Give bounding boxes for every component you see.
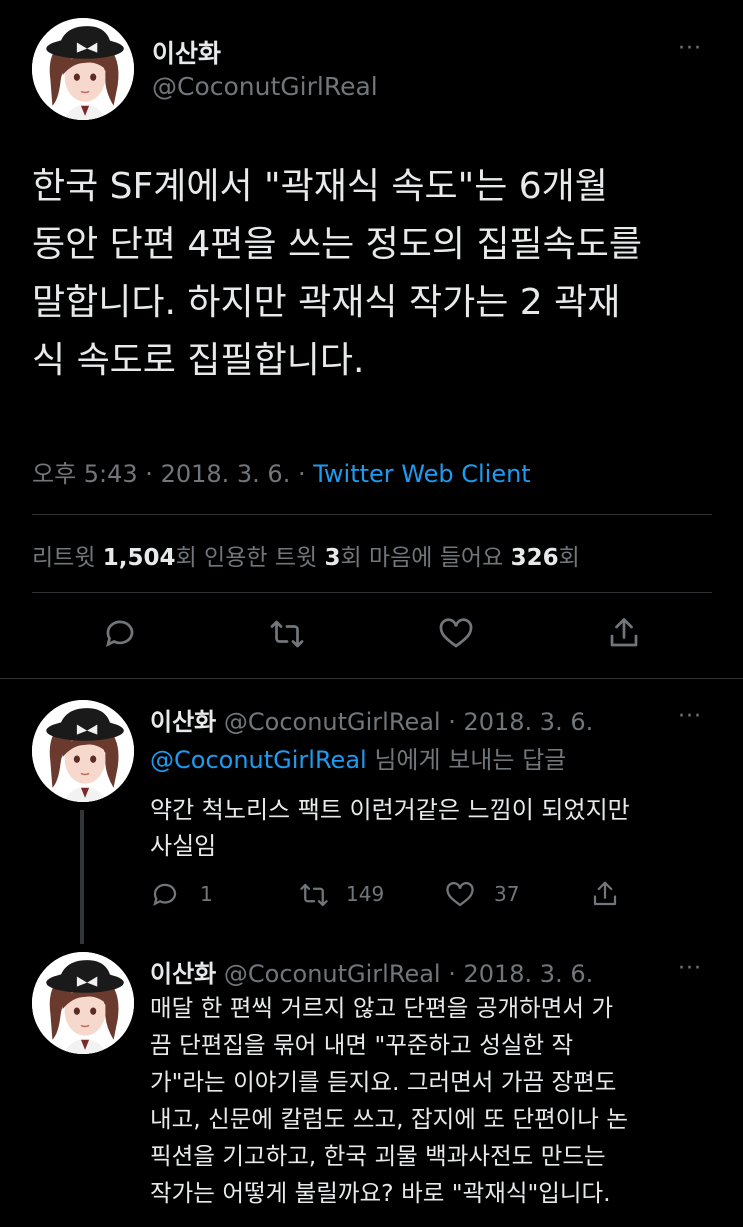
tweet-text-line: 한국 SF계에서 "곽재식 속도"는 6개월 [32, 166, 608, 207]
reply-display-name[interactable]: 이산화 [150, 708, 216, 736]
share-icon[interactable] [606, 614, 642, 652]
tweet-meta: 오후 5:43 · 2018. 3. 6. · Twitter Web Clie… [32, 454, 531, 489]
reply-avatar[interactable] [32, 952, 134, 1054]
like-icon[interactable] [437, 616, 475, 652]
reply-text-line: 끔 단편집을 묶어 내면 "꾸준하고 성실한 작 [150, 1031, 574, 1059]
reply-text-line: 작가는 어떻게 불릴까요? 바로 "곽재식"입니다. [150, 1179, 611, 1207]
retweet-icon[interactable] [268, 616, 306, 652]
tweet-text-line: 동안 단편 4편을 쓰는 정도의 집필속도를 [32, 224, 643, 265]
more-options-icon[interactable]: ··· [678, 956, 702, 981]
tweet-text: 한국 SF계에서 "곽재식 속도"는 6개월 동안 단편 4편을 쓰는 정도의 … [32, 158, 722, 390]
reply-avatar[interactable] [32, 700, 134, 802]
reply-text: 매달 한 편씩 거르지 않고 단편을 공개하면서 가 끔 단편집을 묶어 내면 … [150, 990, 730, 1212]
reply-icon[interactable] [150, 880, 180, 910]
divider [32, 514, 712, 515]
reply-to-label: 님에게 보내는 답글 [366, 746, 567, 774]
reply-count: 1 [200, 882, 213, 906]
tweet-timestamp[interactable]: 오후 5:43 · 2018. 3. 6. · [32, 460, 313, 488]
more-options-icon[interactable]: ··· [678, 704, 702, 729]
retweet-count: 149 [346, 882, 385, 906]
reply-text: 약간 척노리스 팩트 이런거같은 느낌이 되었지만 사실임 [150, 792, 720, 864]
share-icon[interactable] [590, 878, 620, 910]
reply-text-line: 가"라는 이야기를 듣지요. 그러면서 가끔 장편도 [150, 1068, 617, 1096]
divider [0, 678, 743, 679]
reply-text-line: 픽션을 기고하고, 한국 괴물 백과사전도 만드는 [150, 1142, 606, 1170]
reply-text-line: 매달 한 편씩 거르지 않고 단편을 공개하면서 가 [150, 994, 614, 1022]
reply-icon[interactable] [102, 616, 138, 652]
tweet-client[interactable]: Twitter Web Client [313, 460, 531, 488]
like-icon[interactable] [444, 880, 476, 910]
quotes-stat[interactable]: 인용한 트윗 3회 [204, 545, 369, 571]
reply-header: 이산화 @CoconutGirlReal · 2018. 3. 6. [150, 702, 593, 737]
reply-to-line: @CoconutGirlReal 님에게 보내는 답글 [150, 740, 566, 775]
reply-text-line: 사실임 [150, 832, 217, 860]
display-name[interactable]: 이산화 [152, 34, 221, 70]
tweet-text-line: 말합니다. 하지만 곽재식 작가는 2 곽재 [32, 282, 621, 323]
handle[interactable]: @CoconutGirlReal [152, 72, 378, 101]
reply-handle-date[interactable]: @CoconutGirlReal · 2018. 3. 6. [224, 960, 593, 988]
retweets-stat[interactable]: 리트윗 1,504회 [32, 545, 204, 571]
divider [32, 592, 712, 593]
retweet-icon[interactable] [298, 880, 330, 910]
thread-line [80, 810, 84, 944]
reply-header: 이산화 @CoconutGirlReal · 2018. 3. 6. [150, 954, 593, 989]
reply-handle-date[interactable]: @CoconutGirlReal · 2018. 3. 6. [224, 708, 593, 736]
reply-to-handle[interactable]: @CoconutGirlReal [150, 746, 367, 774]
likes-stat[interactable]: 마음에 들어요 326회 [369, 545, 580, 571]
reply-display-name[interactable]: 이산화 [150, 960, 216, 988]
more-options-icon[interactable]: ··· [678, 36, 702, 61]
tweet-stats: 리트윗 1,504회 인용한 트윗 3회 마음에 들어요 326회 [32, 538, 580, 572]
like-count: 37 [494, 882, 520, 906]
reply-text-line: 내고, 신문에 칼럼도 쓰고, 잡지에 또 단편이나 논 [150, 1105, 629, 1133]
tweet-text-line: 식 속도로 집필합니다. [32, 340, 365, 381]
reply-text-line: 약간 척노리스 팩트 이런거같은 느낌이 되었지만 [150, 796, 630, 824]
avatar[interactable] [32, 18, 134, 120]
